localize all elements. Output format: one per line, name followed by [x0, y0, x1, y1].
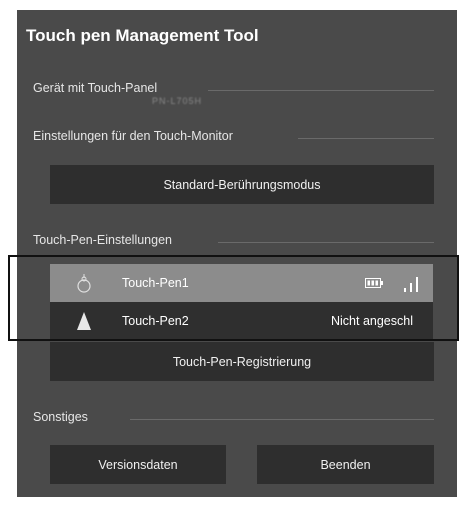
misc-label: Sonstiges: [33, 410, 88, 424]
section-divider: [298, 138, 434, 139]
monitor-settings-label: Einstellungen für den Touch-Monitor: [33, 129, 233, 143]
signal-strength-icon: [404, 277, 418, 292]
version-info-button[interactable]: Versionsdaten: [50, 445, 226, 484]
quit-button[interactable]: Beenden: [257, 445, 434, 484]
section-divider: [130, 419, 434, 420]
pen-list-item-touch-pen2[interactable]: Touch-Pen2 Nicht angeschl: [50, 302, 433, 340]
pen-settings-label: Touch-Pen-Einstellungen: [33, 233, 172, 247]
section-divider: [208, 90, 434, 91]
pen-status: Nicht angeschl: [331, 314, 413, 328]
device-panel-label: Gerät mit Touch-Panel: [33, 81, 158, 95]
app-title: Touch pen Management Tool: [26, 26, 259, 45]
standard-touch-mode-button[interactable]: Standard-Berührungsmodus: [50, 165, 434, 204]
pen-name: Touch-Pen2: [122, 314, 189, 328]
pen-name: Touch-Pen1: [122, 276, 189, 290]
pen-list-item-touch-pen1[interactable]: Touch-Pen1: [50, 264, 433, 302]
pen-triangle-icon: [77, 312, 91, 330]
pen-registration-button[interactable]: Touch-Pen-Registrierung: [50, 342, 434, 381]
battery-icon: [365, 278, 383, 288]
section-divider: [218, 242, 434, 243]
pen-round-icon: [77, 274, 91, 293]
device-name: PN-L705H: [152, 96, 203, 106]
pen-list-underline: [68, 340, 413, 341]
